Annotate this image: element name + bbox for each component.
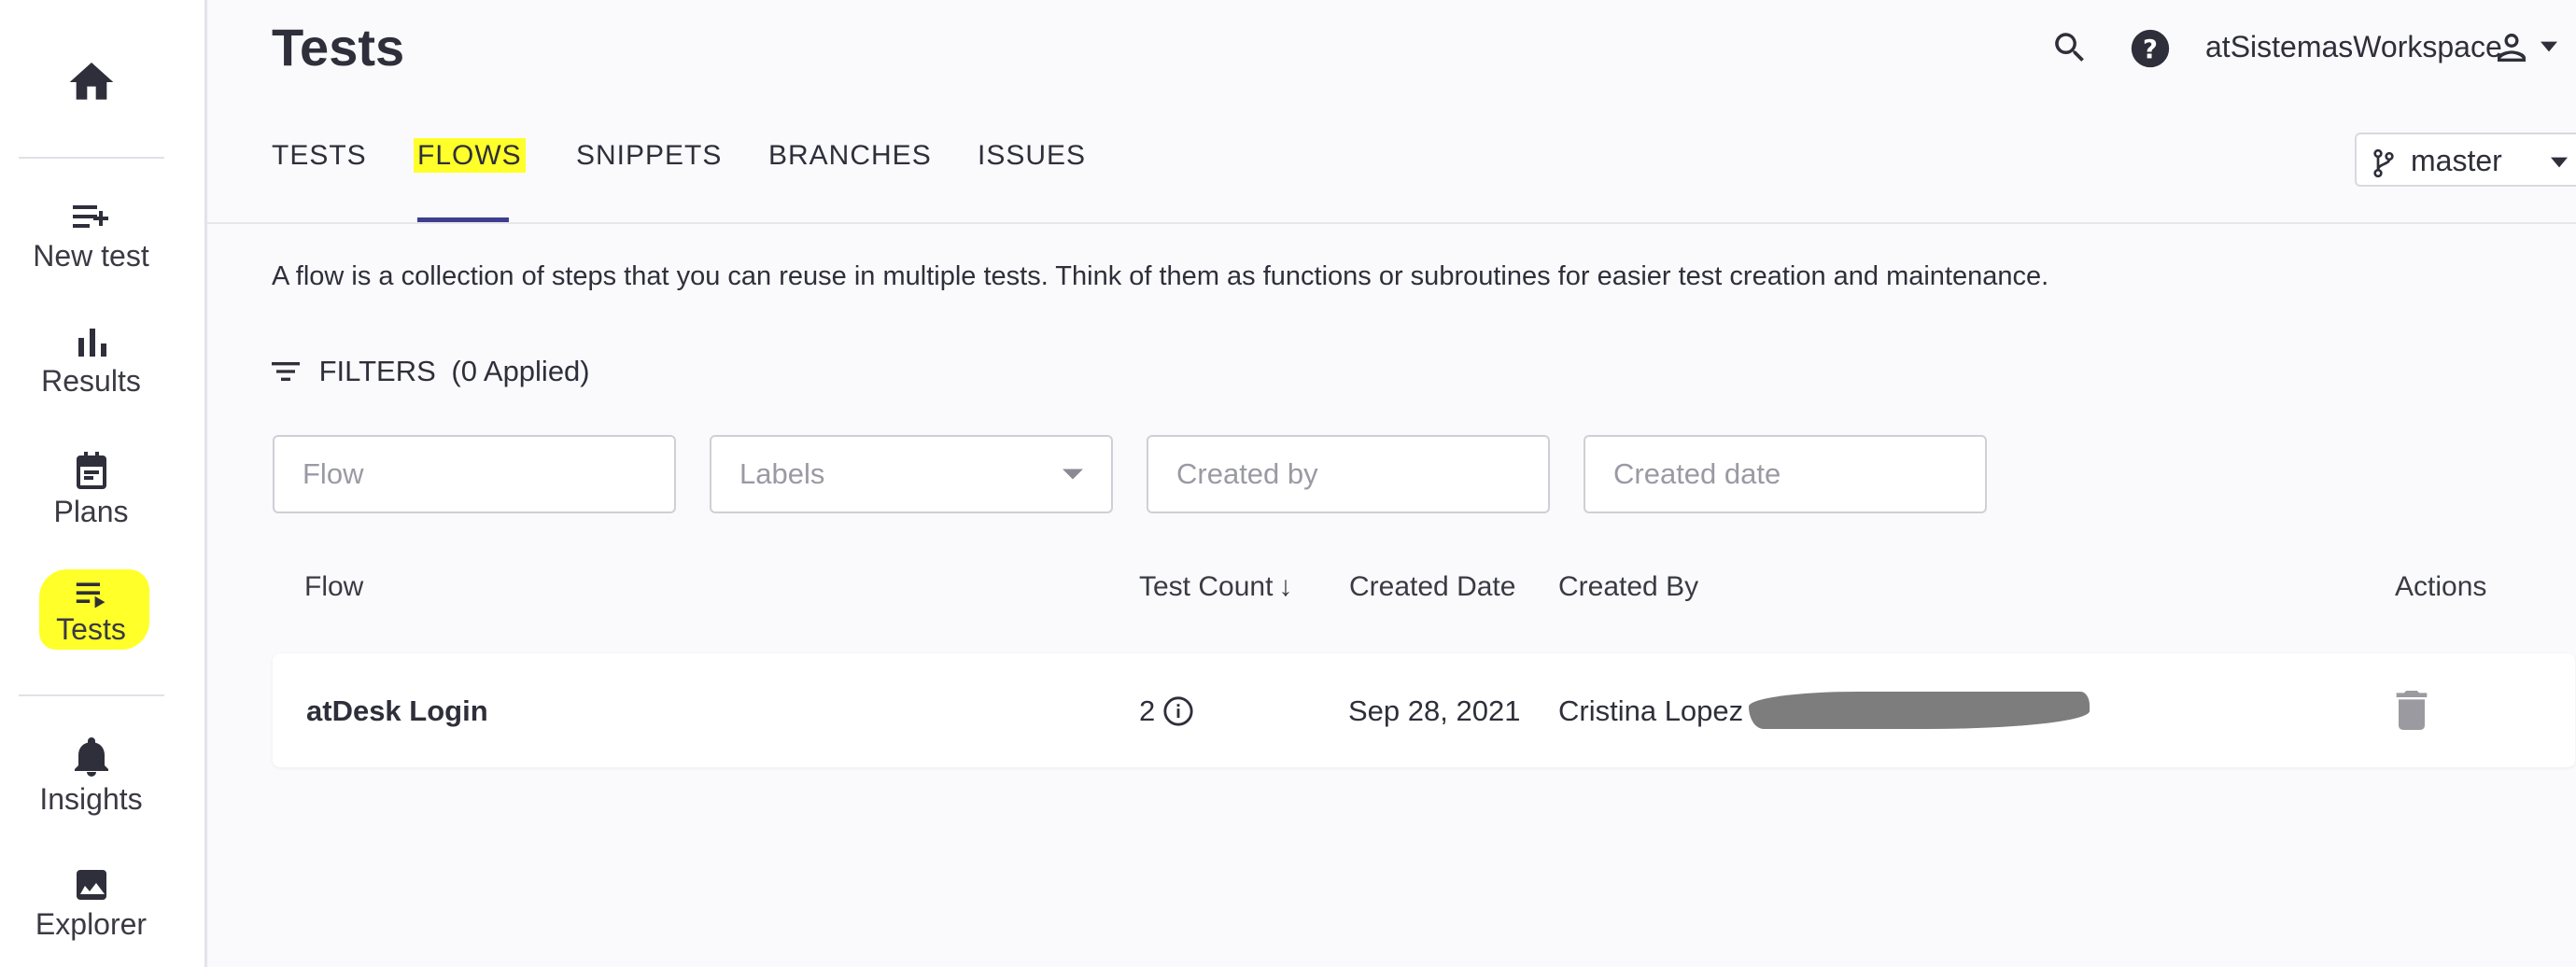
bell-icon xyxy=(74,737,108,777)
user-icon[interactable] xyxy=(2493,28,2530,67)
branch-name: master xyxy=(2411,144,2502,177)
flow-name[interactable]: atDesk Login xyxy=(306,694,488,728)
svg-text:?: ? xyxy=(2143,35,2158,64)
column-header-label: Test Count xyxy=(1139,571,1274,602)
playlist-add-icon xyxy=(72,205,108,228)
tabs-divider xyxy=(207,222,2576,224)
sidebar-item-tests[interactable]: Tests xyxy=(0,581,182,647)
tab-issues[interactable]: ISSUES xyxy=(978,140,1086,172)
sidebar-item-label: New test xyxy=(33,239,149,273)
delete-icon[interactable] xyxy=(2396,691,2428,730)
tab-flows[interactable]: FLOWS xyxy=(414,138,526,173)
table-row[interactable]: atDesk Login 2 Sep 28, 2021 Cristina Lop… xyxy=(273,653,2575,767)
page-title: Tests xyxy=(272,18,405,77)
bar-chart-icon xyxy=(77,329,106,357)
created-by-filter-input[interactable] xyxy=(1147,435,1550,513)
sidebar-item-home[interactable] xyxy=(0,56,182,108)
column-header-actions: Actions xyxy=(2395,571,2487,602)
created-date: Sep 28, 2021 xyxy=(1348,694,1521,727)
created-date-filter-input[interactable] xyxy=(1584,435,1987,513)
sidebar-item-explorer[interactable]: Explorer xyxy=(0,866,182,942)
tab-label: FLOWS xyxy=(414,138,526,173)
sidebar-item-label: Plans xyxy=(53,495,129,528)
sidebar-item-results[interactable]: Results xyxy=(0,327,182,399)
branch-select[interactable]: master xyxy=(2355,133,2576,187)
sidebar-item-label: Explorer xyxy=(35,907,148,941)
playlist-play-icon xyxy=(76,582,105,609)
filters-label: FILTERS xyxy=(318,354,436,387)
workspace-name[interactable]: atSistemasWorkspace xyxy=(2205,30,2502,64)
column-header-flow[interactable]: Flow xyxy=(304,571,363,603)
app-root: New test Results Plans Tests Insights Ex… xyxy=(0,0,2576,967)
column-header-test-count[interactable]: Test Count ↓ xyxy=(1139,571,1292,603)
sort-desc-icon: ↓ xyxy=(1278,571,1293,602)
image-icon xyxy=(76,870,106,900)
filters-toggle[interactable]: FILTERS (0 Applied) xyxy=(272,353,590,388)
sidebar-item-label: Results xyxy=(41,364,141,398)
tab-branches[interactable]: BRANCHES xyxy=(768,140,932,172)
page-description: A flow is a collection of steps that you… xyxy=(272,261,2049,291)
sidebar-item-new-test[interactable]: New test xyxy=(0,198,182,273)
caret-down-icon[interactable] xyxy=(2541,41,2557,52)
tab-tests[interactable]: TESTS xyxy=(272,140,367,172)
flow-filter-input[interactable] xyxy=(273,435,676,513)
sidebar-divider xyxy=(19,694,164,696)
sidebar-item-plans[interactable]: Plans xyxy=(0,450,182,529)
column-header-created-by[interactable]: Created By xyxy=(1558,571,1698,603)
filters-applied-count: (0 Applied) xyxy=(451,354,590,387)
sidebar-item-label: Insights xyxy=(39,782,143,816)
created-by: Cristina Lopez xyxy=(1558,694,1744,727)
redacted-region xyxy=(1749,692,2090,729)
caret-down-icon xyxy=(2551,157,2568,168)
tab-snippets[interactable]: SNIPPETS xyxy=(576,140,722,172)
info-icon[interactable] xyxy=(1162,695,1194,727)
labels-filter-placeholder: Labels xyxy=(739,457,825,490)
home-icon xyxy=(69,63,113,100)
calendar-note-icon xyxy=(76,452,106,489)
git-branch-icon xyxy=(2373,149,2394,177)
test-count: 2 xyxy=(1139,694,1156,727)
sidebar: New test Results Plans Tests Insights Ex… xyxy=(0,0,207,967)
sidebar-divider xyxy=(19,157,164,159)
caret-down-icon xyxy=(1063,469,1083,480)
sidebar-item-insights[interactable]: Insights xyxy=(0,737,182,817)
filter-list-icon xyxy=(272,361,300,381)
help-icon[interactable]: ? xyxy=(2130,28,2171,69)
search-icon[interactable] xyxy=(2050,28,2090,67)
labels-filter-select[interactable]: Labels xyxy=(710,435,1113,513)
sidebar-item-label: Tests xyxy=(56,612,126,646)
column-header-created-date[interactable]: Created Date xyxy=(1349,571,1515,603)
